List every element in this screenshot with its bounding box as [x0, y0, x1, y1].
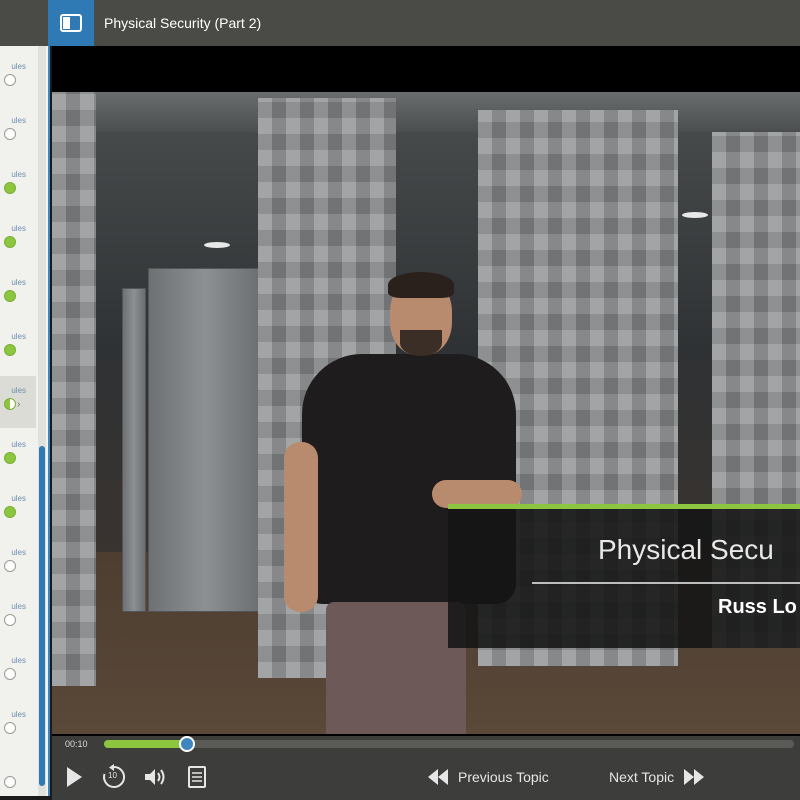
- completion-status-icon: [4, 668, 16, 680]
- current-time: 00:10: [65, 739, 88, 749]
- top-bar: Physical Security (Part 2): [0, 0, 800, 46]
- sidebar-topic-label: ules: [11, 440, 26, 449]
- sidebar-topic-label: ules: [11, 62, 26, 71]
- lower-third-title: Physical Secu: [598, 534, 774, 565]
- progress-bar[interactable]: [104, 736, 794, 752]
- progress-handle[interactable]: [178, 736, 195, 752]
- sidebar-topic-item[interactable]: ules: [0, 52, 36, 104]
- completion-status-icon: [4, 290, 16, 302]
- completion-status-icon: [4, 614, 16, 626]
- replay-button[interactable]: 10: [100, 762, 128, 792]
- lower-third-caption: Physical Secu Russ Lo: [448, 504, 800, 648]
- player-controls: 00:10 10 Previous Topic Next Topic: [52, 736, 800, 800]
- presenter-hair: [388, 272, 454, 298]
- completion-status-icon: [4, 344, 16, 356]
- transcript-button[interactable]: [186, 762, 208, 792]
- completion-status-icon: [4, 452, 16, 464]
- completion-status-icon: [4, 236, 16, 248]
- previous-topic-label: Previous Topic: [458, 769, 549, 785]
- sidebar-topic-item[interactable]: ules: [0, 484, 36, 536]
- fast-forward-icon: [684, 769, 705, 785]
- previous-topic-button[interactable]: Previous Topic: [426, 762, 549, 792]
- sidebar-topic-label: ules: [11, 116, 26, 125]
- sidebar-topic-item[interactable]: ules: [0, 700, 36, 752]
- video-frame: Physical Secu Russ Lo: [52, 92, 800, 734]
- presenter-legs: [326, 602, 466, 734]
- sidebar-topic-item[interactable]: ules: [0, 160, 36, 212]
- sidebar-topic-label: ules: [11, 548, 26, 557]
- acoustic-panel: [52, 92, 96, 686]
- completion-status-icon: [4, 182, 16, 194]
- sidebar-topic-item[interactable]: ules: [0, 214, 36, 266]
- chevron-right-icon: ›: [17, 399, 21, 410]
- document-icon: [188, 766, 206, 788]
- sidebar-topic-label: ules: [11, 332, 26, 341]
- lower-third-divider: [532, 582, 800, 584]
- sidebar-topic-item[interactable]: ules ›: [0, 376, 36, 428]
- progress-fill: [104, 740, 187, 748]
- sidebar-topic-label: ules: [11, 710, 26, 719]
- server-cabinet: [148, 268, 262, 612]
- replay-seconds: 10: [108, 771, 117, 780]
- sidebar-topic-label: ules: [11, 170, 26, 179]
- sidebar-topic-label: ules: [11, 224, 26, 233]
- sidebar-scroll-thumb[interactable]: [39, 446, 45, 786]
- completion-status-icon: [4, 506, 16, 518]
- completion-status-icon: [4, 398, 16, 410]
- ceiling: [52, 92, 800, 132]
- volume-button[interactable]: [142, 762, 168, 792]
- completion-status-icon: [4, 722, 16, 734]
- sidebar-topic-label: ules: [11, 602, 26, 611]
- sidebar-topic-item[interactable]: ules: [0, 430, 36, 482]
- sidebar-topic-label: ules: [11, 494, 26, 503]
- play-button[interactable]: [62, 762, 86, 792]
- sidebar-topic-item[interactable]: ules: [0, 106, 36, 158]
- sidebar-topic-item[interactable]: [0, 754, 36, 796]
- ceiling-light: [204, 242, 230, 248]
- sidebar-topic-item[interactable]: ules: [0, 322, 36, 374]
- topic-sidebar: ules ules ules ules ules ules ules › ules ules ule…: [0, 46, 50, 796]
- next-topic-button[interactable]: Next Topic: [609, 762, 706, 792]
- lower-third-accent-bar: [448, 504, 800, 509]
- sidebar-topic-item[interactable]: ules: [0, 592, 36, 644]
- sidebar-topic-item[interactable]: ules: [0, 268, 36, 320]
- completion-status-icon: [4, 560, 16, 572]
- sidebar-topic-label: ules: [11, 278, 26, 287]
- rewind-icon: [428, 769, 448, 785]
- completion-status-icon: [4, 128, 16, 140]
- sidebar-topic-label: ules: [11, 656, 26, 665]
- sidebar-toggle-button[interactable]: [48, 0, 94, 46]
- next-topic-label: Next Topic: [609, 769, 675, 785]
- lower-third-presenter: Russ Lo: [718, 596, 797, 618]
- completion-status-icon: [4, 776, 16, 788]
- completion-status-icon: [4, 74, 16, 86]
- video-player[interactable]: Physical Secu Russ Lo: [52, 46, 800, 736]
- page-title: Physical Security (Part 2): [104, 15, 262, 31]
- play-icon: [67, 767, 82, 787]
- speaker-icon: [145, 769, 165, 785]
- presenter-beard: [400, 330, 442, 356]
- sidebar-topic-label: ules: [11, 386, 26, 395]
- ceiling-light: [682, 212, 708, 218]
- server-cabinet: [122, 288, 146, 612]
- panel-toggle-icon: [60, 14, 82, 32]
- sidebar-topic-item[interactable]: ules: [0, 646, 36, 698]
- sidebar-topic-item[interactable]: ules: [0, 538, 36, 590]
- presenter-arm: [284, 442, 318, 612]
